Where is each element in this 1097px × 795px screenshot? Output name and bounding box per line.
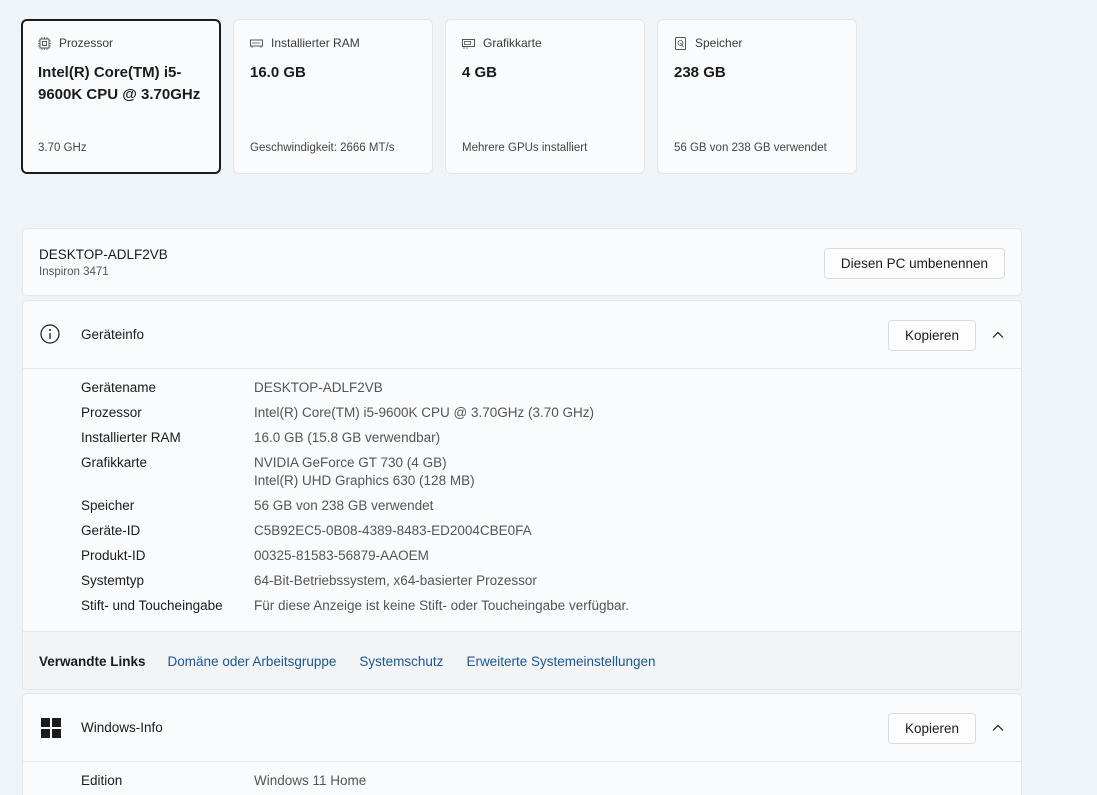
windows-info-panel: Windows-Info Kopieren Edition Windows 11 …	[22, 693, 1022, 795]
info-key: Installierter RAM	[81, 430, 181, 445]
related-links-bar: Verwandte Links Domäne oder Arbeitsgrupp…	[23, 631, 1021, 689]
info-key: Stift- und Toucheingabe	[81, 598, 223, 613]
info-value[interactable]: 16.0 GB (15.8 GB verwendbar)	[254, 429, 440, 447]
info-key: Prozessor	[81, 405, 142, 420]
info-key: Edition	[81, 773, 123, 788]
windows-logo-icon	[41, 718, 61, 738]
pc-name: DESKTOP-ADLF2VB	[39, 247, 168, 262]
card-value: Intel(R) Core(TM) i5-9600K CPU @ 3.70GHz	[38, 64, 201, 103]
info-value[interactable]: Intel(R) Core(TM) i5-9600K CPU @ 3.70GHz…	[254, 404, 594, 422]
pc-name-panel: DESKTOP-ADLF2VB Inspiron 3471 Diesen PC …	[22, 228, 1022, 296]
card-subtext: Mehrere GPUs installiert	[462, 142, 588, 154]
spec-cards: Prozessor Intel(R) Core(TM) i5-9600K CPU…	[21, 19, 857, 174]
windows-info-title: Windows-Info	[81, 720, 163, 735]
card-gpu[interactable]: Grafikkarte 4 GB Mehrere GPUs installier…	[445, 19, 645, 174]
card-subtext: 56 GB von 238 GB verwendet	[674, 142, 827, 154]
info-key: Produkt-ID	[81, 548, 146, 563]
copy-windows-info-button[interactable]: Kopieren	[887, 713, 976, 744]
windows-info-header[interactable]: Windows-Info Kopieren	[23, 694, 1021, 762]
info-key: Gerätename	[81, 380, 157, 395]
info-value[interactable]: NVIDIA GeForce GT 730 (4 GB) Intel(R) UHD…	[254, 454, 475, 490]
related-links-label: Verwandte Links	[39, 654, 146, 669]
chevron-up-icon[interactable]	[991, 721, 1005, 735]
info-row-system-type: Systemtyp 64-Bit-Betriebssystem, x64-basi…	[23, 572, 1021, 590]
info-row-storage: Speicher 56 GB von 238 GB verwendet	[23, 497, 1021, 515]
device-info-list: Gerätename DESKTOP-ADLF2VB Prozessor Intel…	[23, 369, 1021, 615]
cpu-icon	[38, 36, 51, 50]
windows-info-list: Edition Windows 11 Home	[23, 762, 1021, 790]
info-key: Systemtyp	[81, 573, 145, 588]
link-system-protection[interactable]: Systemschutz	[359, 654, 443, 669]
info-key: Grafikkarte	[81, 455, 148, 470]
info-value[interactable]: 56 GB von 238 GB verwendet	[254, 497, 433, 515]
info-row-gpu: Grafikkarte NVIDIA GeForce GT 730 (4 GB) I…	[23, 454, 1021, 490]
chevron-up-icon[interactable]	[991, 328, 1005, 342]
rename-pc-button[interactable]: Diesen PC umbenennen	[823, 248, 1005, 279]
pc-model: Inspiron 3471	[39, 266, 109, 278]
info-value[interactable]: Für diese Anzeige ist keine Stift- oder …	[254, 597, 629, 615]
info-key: Speicher	[81, 498, 135, 513]
device-info-panel: Geräteinfo Kopieren Gerätename DESKTOP-AD…	[22, 300, 1022, 690]
link-advanced-settings[interactable]: Erweiterte Systemeinstellungen	[466, 654, 655, 669]
info-row-device-id: Geräte-ID C5B92EC5-0B08-4389-8483-ED2004C…	[23, 522, 1021, 540]
info-row-ram: Installierter RAM 16.0 GB (15.8 GB verwen…	[23, 429, 1021, 447]
card-value: 238 GB	[674, 64, 726, 81]
info-value[interactable]: Windows 11 Home	[254, 772, 366, 790]
card-processor[interactable]: Prozessor Intel(R) Core(TM) i5-9600K CPU…	[21, 19, 221, 174]
card-title: Installierter RAM	[271, 36, 360, 50]
card-title: Prozessor	[59, 36, 114, 50]
info-row-device-name: Gerätename DESKTOP-ADLF2VB	[23, 379, 1021, 397]
card-value: 16.0 GB	[250, 64, 306, 81]
ram-icon	[250, 39, 263, 48]
device-info-title: Geräteinfo	[81, 327, 145, 342]
storage-icon	[675, 36, 686, 50]
info-value[interactable]: C5B92EC5-0B08-4389-8483-ED2004CBE0FA	[254, 522, 532, 540]
info-icon	[40, 324, 60, 344]
card-subtext: Geschwindigkeit: 2666 MT/s	[250, 142, 395, 154]
info-row-edition: Edition Windows 11 Home	[23, 772, 1021, 790]
gpu-value-1: NVIDIA GeForce GT 730 (4 GB)	[254, 455, 447, 470]
copy-device-info-button[interactable]: Kopieren	[887, 320, 976, 351]
info-row-pen-touch: Stift- und Toucheingabe Für diese Anzeige…	[23, 597, 1021, 615]
card-title: Grafikkarte	[483, 36, 542, 50]
gpu-icon	[462, 38, 475, 49]
card-subtext: 3.70 GHz	[38, 142, 87, 154]
device-info-header[interactable]: Geräteinfo Kopieren	[23, 301, 1021, 369]
gpu-value-2: Intel(R) UHD Graphics 630 (128 MB)	[254, 473, 475, 488]
info-row-product-id: Produkt-ID 00325-81583-56879-AAOEM	[23, 547, 1021, 565]
card-title: Speicher	[695, 36, 743, 50]
card-value: 4 GB	[462, 64, 498, 81]
info-value[interactable]: DESKTOP-ADLF2VB	[254, 379, 383, 397]
info-value[interactable]: 00325-81583-56879-AAOEM	[254, 547, 429, 565]
info-value[interactable]: 64-Bit-Betriebssystem, x64-basierter Pro…	[254, 572, 537, 590]
info-key: Geräte-ID	[81, 523, 141, 538]
info-row-processor: Prozessor Intel(R) Core(TM) i5-9600K CPU …	[23, 404, 1021, 422]
card-ram[interactable]: Installierter RAM 16.0 GB Geschwindigkei…	[233, 19, 433, 174]
link-domain-workgroup[interactable]: Domäne oder Arbeitsgruppe	[168, 654, 337, 669]
card-storage[interactable]: Speicher 238 GB 56 GB von 238 GB verwend…	[657, 19, 857, 174]
